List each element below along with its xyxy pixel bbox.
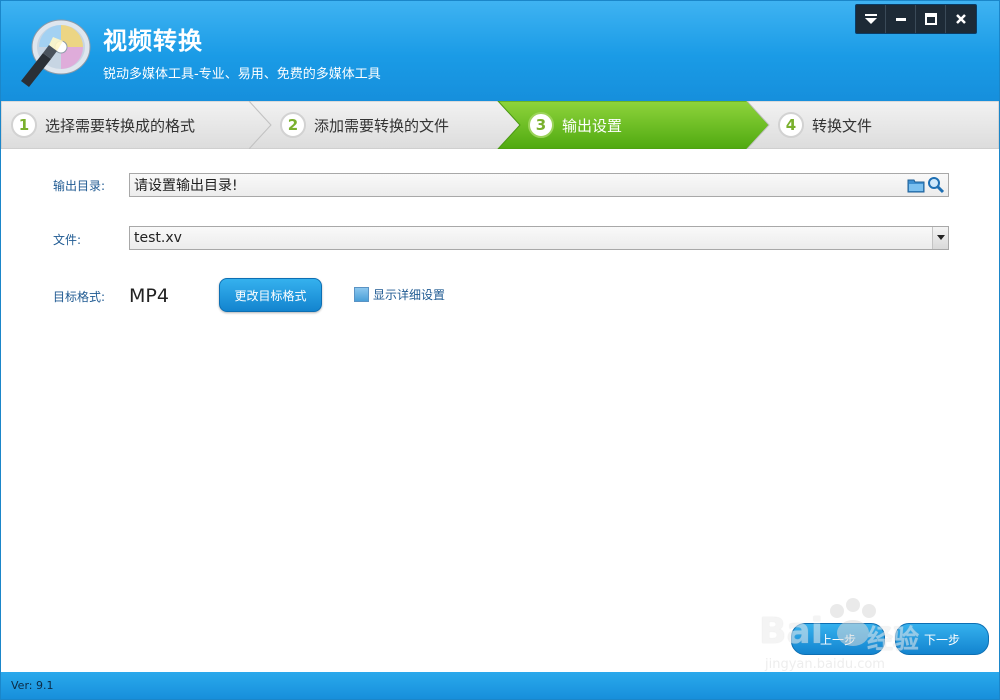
window-controls — [855, 4, 977, 34]
checkbox-box[interactable] — [354, 287, 369, 302]
search-icon[interactable] — [927, 176, 945, 194]
disc-torch-logo-icon — [21, 19, 91, 87]
minimize-button[interactable] — [886, 5, 916, 33]
maximize-button[interactable] — [916, 5, 946, 33]
output-dir-placeholder: 请设置输出目录! — [134, 178, 238, 194]
step-3[interactable]: 3 输出设置 — [528, 101, 622, 149]
output-dir-label: 输出目录: — [53, 179, 106, 193]
step-label: 转换文件 — [812, 116, 873, 135]
output-dir-field[interactable]: 请设置输出目录! — [129, 173, 949, 197]
wizard-steps: 1 选择需要转换成的格式 2 添加需要转换的文件 3 输出设置 4 转换文件 — [1, 101, 999, 149]
folder-icon[interactable] — [907, 177, 925, 193]
file-select-value: test.xv — [134, 230, 182, 246]
watermark-url: jingyan.baidu.com — [765, 657, 885, 672]
version-label: Ver: 9.1 — [11, 679, 54, 692]
app-header: 视频转换 锐动多媒体工具-专业、易用、免费的多媒体工具 — [1, 1, 999, 101]
step-1[interactable]: 1 选择需要转换成的格式 — [11, 101, 195, 149]
file-label: 文件: — [53, 233, 82, 247]
app-subtitle: 锐动多媒体工具-专业、易用、免费的多媒体工具 — [103, 67, 381, 82]
app-title: 视频转换 — [103, 27, 203, 55]
step-label: 添加需要转换的文件 — [314, 116, 450, 135]
close-button[interactable] — [946, 5, 976, 33]
change-format-button[interactable]: 更改目标格式 — [219, 278, 322, 312]
minimize-icon — [895, 18, 906, 21]
file-select-dropdown-button[interactable] — [932, 227, 948, 249]
target-format-value: MP4 — [129, 285, 169, 307]
next-step-button[interactable]: 下一步 — [895, 623, 989, 655]
step-number: 2 — [280, 112, 306, 138]
step-4[interactable]: 4 转换文件 — [778, 101, 872, 149]
file-select[interactable]: test.xv — [129, 226, 949, 250]
show-detail-label: 显示详细设置 — [373, 288, 446, 302]
target-format-label: 目标格式: — [53, 290, 106, 304]
status-bar: Ver: 9.1 — [1, 672, 999, 699]
close-icon — [956, 14, 966, 24]
step-number: 4 — [778, 112, 804, 138]
menu-dropdown-button[interactable] — [856, 5, 886, 33]
menu-dropdown-icon — [864, 14, 877, 24]
step-label: 选择需要转换成的格式 — [45, 116, 196, 135]
output-dir-icons — [907, 176, 948, 194]
show-detail-checkbox[interactable]: 显示详细设置 — [354, 286, 445, 303]
prev-step-button[interactable]: 上一步 — [791, 623, 885, 655]
chevron-down-icon — [936, 235, 945, 240]
app-window: 视频转换 锐动多媒体工具-专业、易用、免费的多媒体工具 1 选择需要转换成的格式… — [0, 0, 1000, 700]
step-label: 输出设置 — [562, 116, 623, 135]
maximize-icon — [924, 13, 937, 25]
step-number: 1 — [11, 112, 37, 138]
step-number: 3 — [528, 112, 554, 138]
step-2[interactable]: 2 添加需要转换的文件 — [280, 101, 449, 149]
